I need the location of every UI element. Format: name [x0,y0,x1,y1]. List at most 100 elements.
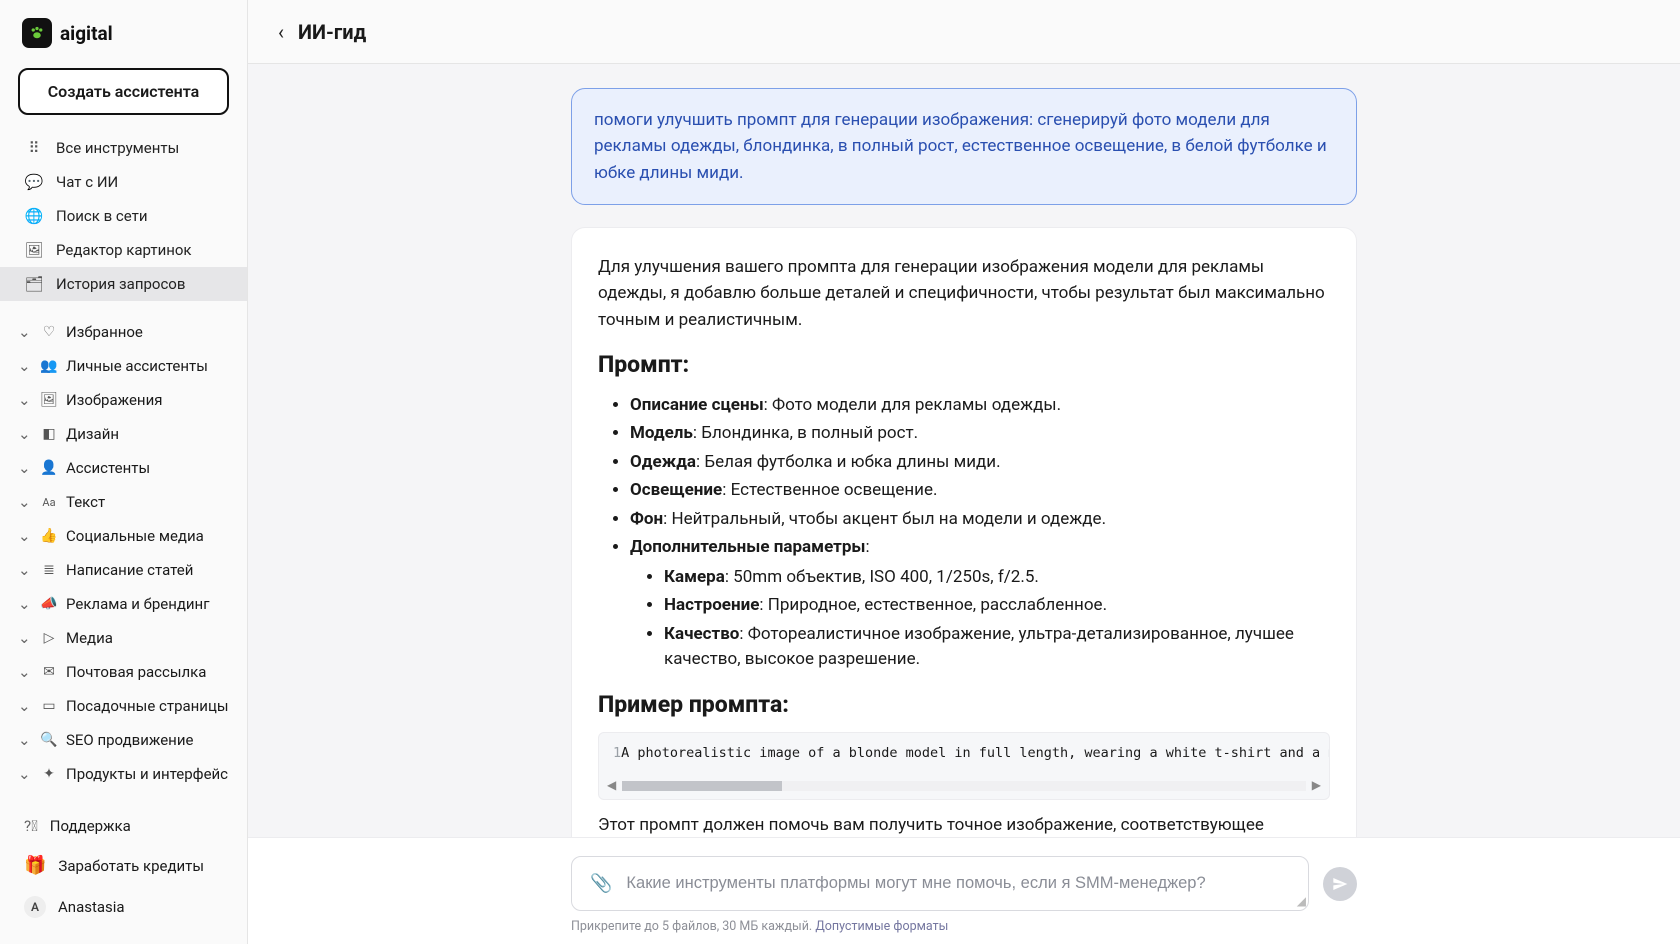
sidebar-groups: ⌄ ♡ Избранное ⌄ 👥 Личные ассистенты ⌄ 🖼 Изобра… [0,311,247,795]
group-assistants[interactable]: ⌄👤Ассистенты [0,451,247,485]
code-line: 1 A photorealistic image of a blonde mod… [599,733,1329,774]
group-label: Продукты и интерфейс [66,765,228,783]
scroll-thumb[interactable] [622,781,782,791]
resize-handle-icon[interactable]: ◢ [1297,894,1306,908]
nav-image-editor[interactable]: 🖼 Редактор картинок [0,233,247,267]
support-link[interactable]: ?⃝ Поддержка [0,807,247,845]
chevron-down-icon: ⌄ [18,493,32,511]
brand-row: aigital [0,0,247,60]
group-label: Изображения [66,391,162,409]
assistant-outro: Этот промпт должен помочь вам получить т… [598,812,1330,837]
prompt-list: Описание сцены: Фото модели для рекламы … [598,393,1330,673]
paw-logo-icon [22,18,52,48]
hint-link[interactable]: Допустимые форматы [815,919,948,934]
group-label: Текст [66,493,105,511]
assistant-intro: Для улучшения вашего промпта для генерац… [598,254,1330,333]
chevron-down-icon: ⌄ [18,663,32,681]
image-icon: 🖼 [40,392,58,408]
grid-icon: ⠿ [24,139,44,157]
list-item: Качество: Фотореалистичное изображение, … [664,622,1330,673]
group-label: Написание статей [66,561,193,579]
chevron-down-icon: ⌄ [18,731,32,749]
text-icon: Aa [40,496,58,509]
mail-icon: ✉ [40,664,58,680]
nav-primary: ⠿ Все инструменты 💬 Чат с ИИ 🌐 Поиск в с… [0,129,247,311]
thumb-icon: 👍 [40,528,58,544]
group-articles[interactable]: ⌄≣Написание статей [0,553,247,587]
code-horizontal-scrollbar[interactable]: ◀ ▶ [599,774,1329,799]
nav-web-search[interactable]: 🌐 Поиск в сети [0,199,247,233]
message-input[interactable] [626,874,1290,893]
sparkle-icon: ✦ [40,766,58,782]
prompt-sublist: Камера: 50mm объектив, ISO 400, 1/250s, … [630,565,1330,673]
content-scroll[interactable]: помоги улучшить промпт для генерации изо… [248,64,1680,837]
user-account[interactable]: A Anastasia [0,886,247,928]
list-item: Фон: Нейтральный, чтобы акцент был на мо… [630,507,1330,533]
chevron-down-icon: ⌄ [18,459,32,477]
scroll-right-icon[interactable]: ▶ [1312,776,1321,795]
main: ‹ ИИ-гид помоги улучшить промпт для гене… [248,0,1680,944]
earn-credits-link[interactable]: 🎁 Заработать кредиты [0,845,247,886]
line-number: 1 [613,743,621,764]
scroll-left-icon[interactable]: ◀ [607,776,616,795]
group-email[interactable]: ⌄✉Почтовая рассылка [0,655,247,689]
group-label: SEO продвижение [66,731,193,749]
send-button[interactable] [1323,867,1357,901]
globe-icon: 🌐 [24,207,44,225]
group-personal-assistants[interactable]: ⌄ 👥 Личные ассистенты [0,349,247,383]
list-item: Дополнительные параметры: Камера: 50mm о… [630,535,1330,673]
group-label: Личные ассистенты [66,357,208,375]
nav-chat-ai[interactable]: 💬 Чат с ИИ [0,165,247,199]
group-seo[interactable]: ⌄ 🔍 SEO продвижение [0,723,247,757]
example-heading: Пример промпта: [598,687,1330,723]
hint-text: Прикрепите до 5 файлов, 30 МБ каждый. [571,919,815,934]
chat-icon: 💬 [24,173,44,191]
group-favorites[interactable]: ⌄ ♡ Избранное [0,315,247,349]
group-text[interactable]: ⌄ Aa Текст [0,485,247,519]
group-media[interactable]: ⌄▷Медиа [0,621,247,655]
archive-icon: 🗂 [24,275,44,293]
conversation: помоги улучшить промпт для генерации изо… [571,88,1357,837]
heart-icon: ♡ [40,324,58,340]
group-label: Медиа [66,629,113,647]
assistant-message-block: Для улучшения вашего промпта для генерац… [571,227,1357,837]
nav-label: Редактор картинок [56,241,192,259]
nav-label: История запросов [56,275,185,293]
seo-icon: 🔍 [40,732,58,748]
group-label: Избранное [66,323,143,341]
create-assistant-button[interactable]: Создать ассистента [18,68,229,115]
composer-hint: Прикрепите до 5 файлов, 30 МБ каждый. До… [571,919,1357,934]
gift-icon: 🎁 [24,855,46,876]
avatar: A [24,896,46,918]
design-icon: ◧ [40,426,58,442]
group-design[interactable]: ⌄◧Дизайн [0,417,247,451]
megaphone-icon: 📣 [40,596,58,612]
group-products-ui[interactable]: ⌄✦Продукты и интерфейс [0,757,247,791]
nav-label: Поиск в сети [56,207,148,225]
group-images[interactable]: ⌄ 🖼 Изображения [0,383,247,417]
chevron-down-icon: ⌄ [18,595,32,613]
people-icon: 👥 [40,358,58,374]
list-item: Описание сцены: Фото модели для рекламы … [630,393,1330,419]
chevron-down-icon: ⌄ [18,391,32,409]
composer-area: 📎 ◢ Прикрепите до 5 файлов, 30 МБ каждый… [248,837,1680,944]
list-item: Камера: 50mm объектив, ISO 400, 1/250s, … [664,565,1330,591]
page-title: ИИ-гид [298,20,366,44]
composer[interactable]: 📎 ◢ [571,856,1309,911]
list-item: Модель: Блондинка, в полный рост. [630,421,1330,447]
chevron-down-icon: ⌄ [18,357,32,375]
chevron-down-icon: ⌄ [18,323,32,341]
nav-all-tools[interactable]: ⠿ Все инструменты [0,131,247,165]
attachment-icon[interactable]: 📎 [590,873,612,894]
back-button[interactable]: ‹ [278,20,284,44]
nav-history[interactable]: 🗂 История запросов [0,267,247,301]
chevron-down-icon: ⌄ [18,527,32,545]
group-social-media[interactable]: ⌄👍Социальные медиа [0,519,247,553]
code-block: 1 A photorealistic image of a blonde mod… [598,732,1330,800]
user-message-text: помоги улучшить промпт для генерации изо… [594,110,1327,183]
group-landing-pages[interactable]: ⌄▭Посадочные страницы [0,689,247,723]
group-advertising[interactable]: ⌄📣Реклама и брендинг [0,587,247,621]
prompt-heading: Промпт: [598,347,1330,383]
user-message-bubble: помоги улучшить промпт для генерации изо… [571,88,1357,205]
scroll-track[interactable] [622,781,1306,791]
